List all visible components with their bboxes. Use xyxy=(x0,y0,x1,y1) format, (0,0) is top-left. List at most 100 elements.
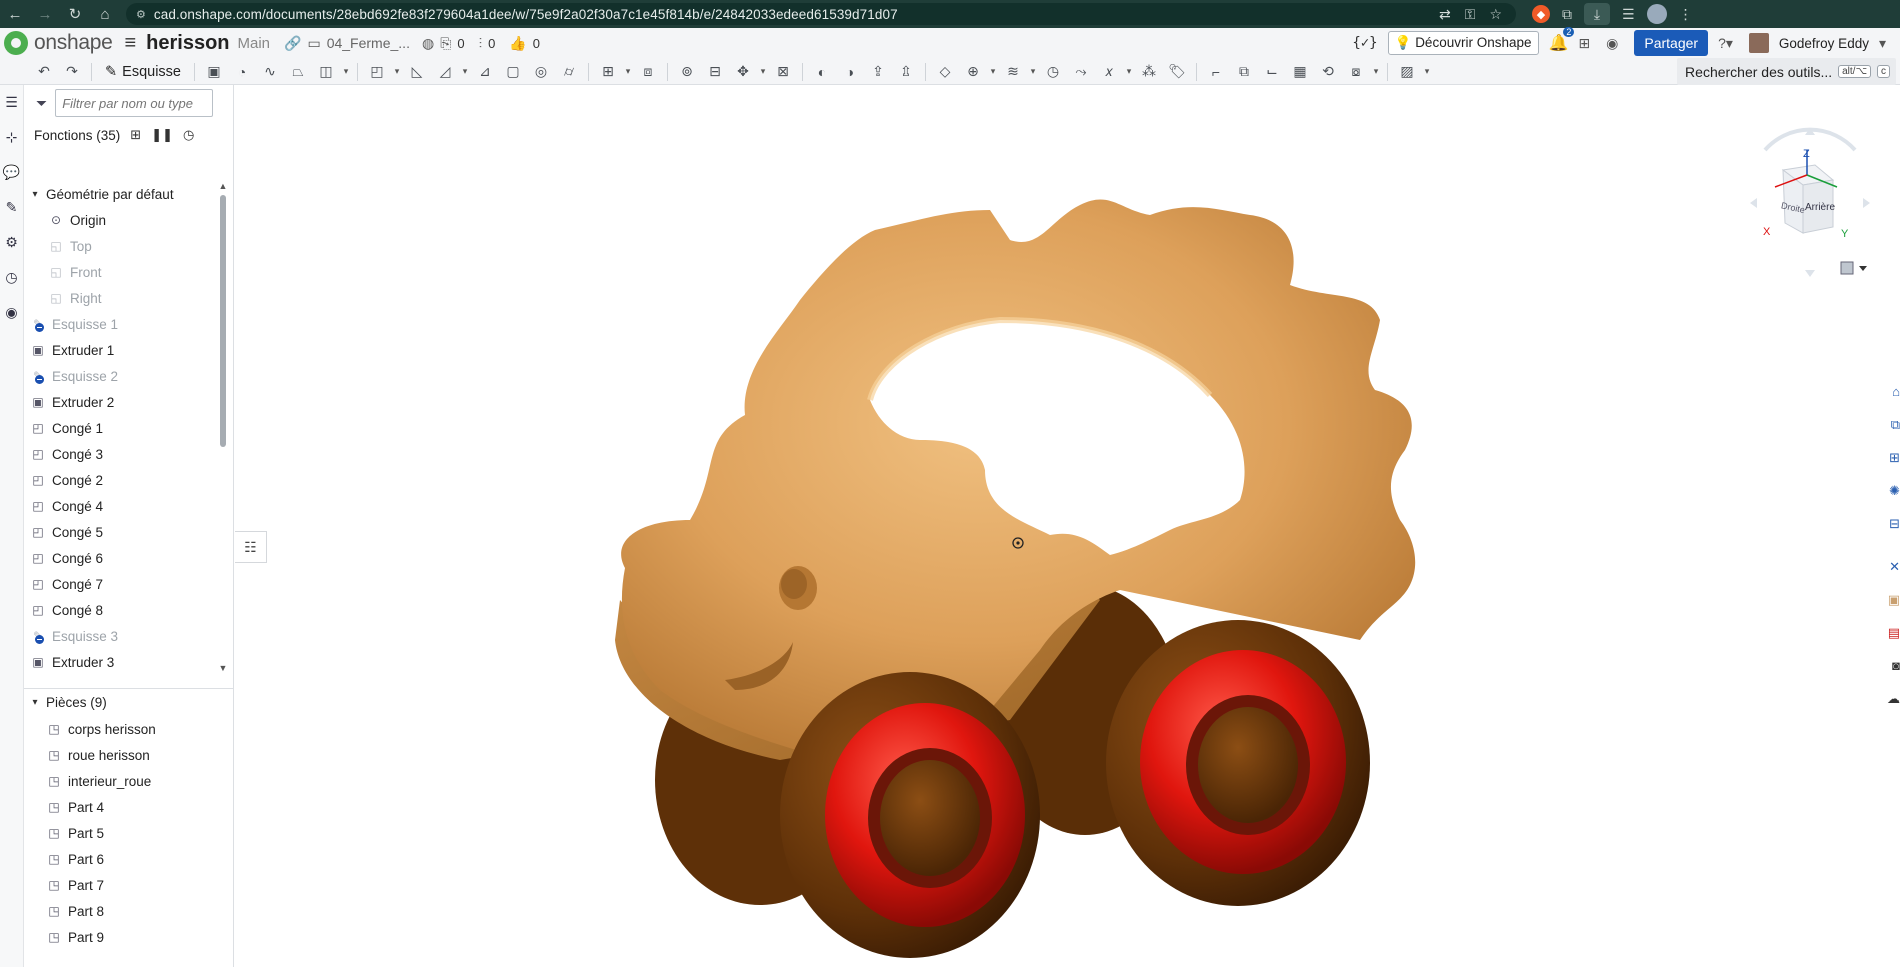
star-icon[interactable]: ☆ xyxy=(1489,6,1502,23)
render-panel-icon[interactable]: ✺ xyxy=(1878,474,1900,507)
assembly-panel-icon[interactable]: ⊟ xyxy=(1878,507,1900,540)
branch-name[interactable]: Main xyxy=(238,35,271,52)
share-button[interactable]: Partager xyxy=(1634,30,1709,56)
variable-dropdown-icon[interactable]: ▾ xyxy=(1123,59,1135,85)
part-list-item[interactable]: ◳ Part 6 xyxy=(24,846,233,872)
search-tools-input[interactable]: Rechercher des outils... alt/⌥ c xyxy=(1677,58,1896,85)
transform-icon[interactable]: ✥ xyxy=(729,59,757,85)
feature-tree-item[interactable]: ▣ Extruder 1 xyxy=(24,337,220,363)
thicken-dropdown-icon[interactable]: ▾ xyxy=(340,59,352,85)
brave-shield-icon[interactable]: ◆ xyxy=(1532,5,1550,23)
folder-name[interactable]: 04_Ferme_... xyxy=(327,35,410,51)
chevron-down-icon[interactable]: ▾ xyxy=(26,189,44,200)
browser-profile-icon[interactable] xyxy=(1646,4,1667,24)
history-icon[interactable]: ◷ xyxy=(0,260,23,295)
helix-dropdown-icon[interactable]: ▾ xyxy=(1027,59,1039,85)
variable-icon[interactable]: 𝑥 xyxy=(1095,59,1123,85)
reading-list-icon[interactable]: ☰ xyxy=(1622,6,1635,23)
feature-list-icon[interactable]: ☰ xyxy=(0,85,23,120)
wrap-icon[interactable]: ⟲ xyxy=(1314,59,1342,85)
part-list-item[interactable]: ◳ roue herisson xyxy=(24,742,233,768)
mate-connector-dropdown-icon[interactable]: ▾ xyxy=(987,59,999,85)
notifications-icon[interactable]: 🔔 2 xyxy=(1549,27,1575,53)
notes-icon[interactable]: ✎ xyxy=(0,190,23,225)
pattern-dropdown-icon[interactable]: ▾ xyxy=(622,59,634,85)
feature-tree-item[interactable]: ◰ Congé 3 xyxy=(24,441,220,467)
delete-part-icon[interactable]: ⊠ xyxy=(769,59,797,85)
globe-icon[interactable]: ◍ xyxy=(422,35,434,52)
section-view-icon[interactable]: ▨ xyxy=(1393,59,1421,85)
helix-icon[interactable]: ≋ xyxy=(999,59,1027,85)
part-list-item[interactable]: ◳ Part 9 xyxy=(24,924,233,950)
front-left-wheel[interactable] xyxy=(780,672,1040,958)
feature-tree-item[interactable]: ◱ Front xyxy=(24,259,220,285)
feature-tree-item[interactable]: ◱ Right xyxy=(24,285,220,311)
browser-menu-icon[interactable]: ⋮ xyxy=(1679,6,1693,23)
feature-tree-scrollbar[interactable]: ▲ ▼ xyxy=(217,181,229,675)
user-menu-chevron-icon[interactable]: ▾ xyxy=(1879,35,1886,52)
view-options-icon[interactable] xyxy=(1840,261,1854,275)
back-icon[interactable]: ← xyxy=(0,0,30,28)
feature-tree-item[interactable]: ⊙ Origin xyxy=(24,207,220,233)
site-info-icon[interactable]: ⚙ xyxy=(136,8,146,21)
learning-icon[interactable]: ◉ xyxy=(1606,35,1618,52)
derived-dropdown-icon[interactable]: ▾ xyxy=(1370,59,1382,85)
draft-dropdown-icon[interactable]: ▾ xyxy=(459,59,471,85)
part-list-item[interactable]: ◳ Part 7 xyxy=(24,872,233,898)
boolean-icon[interactable]: ⊚ xyxy=(673,59,701,85)
surface-icon[interactable]: ▦ xyxy=(1286,59,1314,85)
app-vs-icon[interactable]: ▤ xyxy=(1878,616,1900,649)
split-icon[interactable]: ⊟ xyxy=(701,59,729,85)
redo-icon[interactable]: ↷ xyxy=(58,59,86,85)
part-list-item[interactable]: ◳ corps herisson xyxy=(24,716,233,742)
properties-panel-icon[interactable]: ⊞ xyxy=(1878,441,1900,474)
chamfer-icon[interactable]: ◺ xyxy=(403,59,431,85)
feature-tree-item[interactable]: ◰ Congé 4 xyxy=(24,493,220,519)
user-name[interactable]: Godefroy Eddy xyxy=(1779,36,1869,51)
app-camera-icon[interactable]: ◙ xyxy=(1878,649,1900,682)
extrude-icon[interactable]: ▣ xyxy=(200,59,228,85)
parts-group[interactable]: ▾ Pièces (9) xyxy=(24,688,233,716)
fillet-dropdown-icon[interactable]: ▾ xyxy=(391,59,403,85)
measure-icon[interactable]: ◷ xyxy=(1039,59,1067,85)
tag-icon[interactable]: 🏷 xyxy=(1163,59,1191,85)
more-tools-dropdown-icon[interactable]: ▾ xyxy=(1421,59,1433,85)
link-icon[interactable]: 🔗 xyxy=(284,35,301,52)
hole-icon[interactable]: ◎ xyxy=(527,59,555,85)
fit-spline-icon[interactable]: ⤳ xyxy=(1067,59,1095,85)
composite-part-icon[interactable]: ⁂ xyxy=(1135,59,1163,85)
view-options-dropdown-icon[interactable] xyxy=(1859,266,1867,271)
part-list-item[interactable]: ◳ interieur_roue xyxy=(24,768,233,794)
shell-icon[interactable]: ▢ xyxy=(499,59,527,85)
home-icon[interactable]: ⌂ xyxy=(90,0,120,28)
scroll-up-icon[interactable]: ▲ xyxy=(217,181,229,193)
feature-tree-item[interactable]: ✎ Esquisse 3 xyxy=(24,623,220,649)
pattern-icon[interactable]: ⊞ xyxy=(594,59,622,85)
parts-panel-icon[interactable]: ⧉ xyxy=(1878,408,1900,441)
feature-tree-item[interactable]: ▣ Extruder 2 xyxy=(24,389,220,415)
delete-face-icon[interactable]: ◑ xyxy=(836,59,864,85)
extensions-icon[interactable]: ⧉ xyxy=(1562,6,1572,23)
onshape-logo-icon[interactable] xyxy=(4,31,28,55)
timer-icon[interactable]: ◷ xyxy=(183,127,194,143)
url-text[interactable]: cad.onshape.com/documents/28ebd692fe83f2… xyxy=(154,7,898,22)
scroll-down-icon[interactable]: ▼ xyxy=(217,663,229,675)
copy-icon[interactable]: ⎘ xyxy=(440,35,451,52)
discover-button[interactable]: 💡 Découvrir Onshape xyxy=(1387,31,1539,55)
like-icon[interactable]: 👍 xyxy=(509,35,526,52)
app-box-icon[interactable]: ▣ xyxy=(1878,583,1900,616)
feature-tree-item[interactable]: ◰ Congé 5 xyxy=(24,519,220,545)
view-cube[interactable]: Z X Y Droite Arrière xyxy=(1745,125,1875,285)
download-icon[interactable]: ⤓ xyxy=(1584,3,1610,25)
part-list-item[interactable]: ◳ Part 5 xyxy=(24,820,233,846)
part-list-item[interactable]: ◳ Part 8 xyxy=(24,898,233,924)
front-right-wheel[interactable] xyxy=(1106,620,1370,906)
chevron-down-icon[interactable]: ▾ xyxy=(26,697,44,708)
appearance-icon[interactable]: ◉ xyxy=(0,295,23,330)
draft-icon[interactable]: ◿ xyxy=(431,59,459,85)
filter-icon[interactable]: ⏷ xyxy=(36,95,47,112)
feature-tree-item[interactable]: ◰ Congé 1 xyxy=(24,415,220,441)
rib-icon[interactable]: ⊿ xyxy=(471,59,499,85)
move-face-icon[interactable]: ⇪ xyxy=(864,59,892,85)
feature-tree-item[interactable]: ◰ Congé 2 xyxy=(24,467,220,493)
